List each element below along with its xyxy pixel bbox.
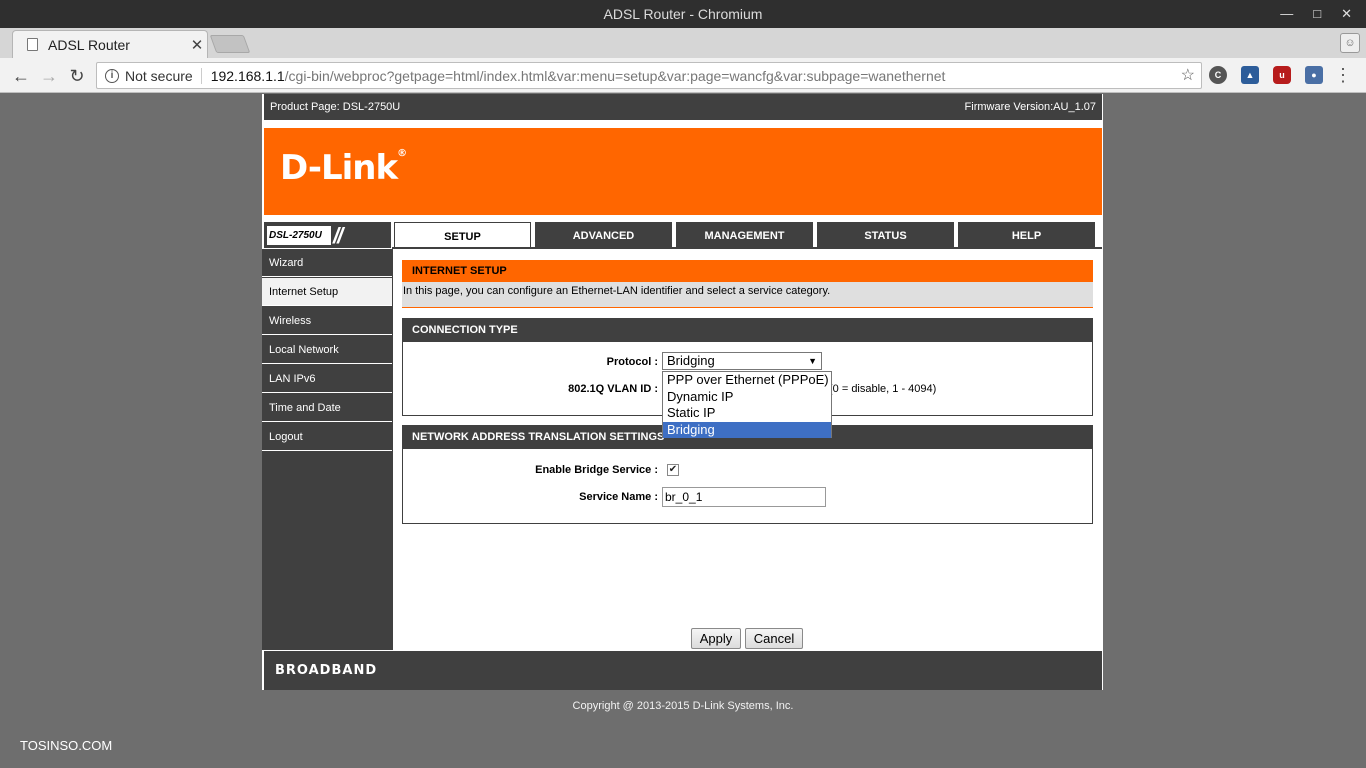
model-tag: DSL-2750U [267,226,331,245]
bridge-service-label: Enable Bridge Service : [535,464,658,476]
back-icon[interactable]: ← [9,64,33,88]
browser-tab[interactable]: ADSL Router ✕ [12,30,208,58]
tab-help[interactable]: HELP [958,222,1095,248]
nat-settings-section: NETWORK ADDRESS TRANSLATION SETTINGS Ena… [402,425,1093,524]
info-icon[interactable]: i [105,68,119,83]
protocol-select[interactable]: Bridging ▼ [662,352,822,370]
page-icon [27,38,38,51]
sidebar-item-logout[interactable]: Logout [262,423,392,451]
reload-icon[interactable]: ↻ [65,64,89,88]
internet-setup-description: In this page, you can configure an Ether… [402,282,1093,308]
sidebar-item-local-network[interactable]: Local Network [262,336,392,364]
internet-setup-title: INTERNET SETUP [402,259,1093,282]
maximize-icon[interactable]: □ [1313,0,1321,28]
apply-button[interactable]: Apply [691,628,741,649]
protocol-label: Protocol : [606,356,658,368]
extension-profile-icon[interactable]: ● [1305,66,1323,84]
window-controls: — □ ✕ [1280,0,1352,28]
copyright-text: Copyright @ 2013-2015 D-Link Systems, In… [572,700,794,712]
protocol-dropdown-list: PPP over Ethernet (PPPoE) Dynamic IP Sta… [662,371,832,438]
service-name-label: Service Name : [579,491,658,503]
window-titlebar: ADSL Router - Chromium — □ ✕ [0,0,1366,28]
url-path: /cgi-bin/webproc?getpage=html/index.html… [284,67,946,84]
forward-icon[interactable]: → [37,64,61,88]
brand-banner: D-Link® [264,128,1102,215]
sidebar-item-wizard[interactable]: Wizard [262,249,392,277]
main-menu: DSL-2750U // SETUP ADVANCED MANAGEMENT S… [264,222,1102,249]
sidebar-item-internet-setup[interactable]: Internet Setup [262,278,392,306]
extension-vpn-icon[interactable]: ▲ [1241,66,1259,84]
new-tab-button[interactable] [209,35,251,53]
address-bar[interactable]: i Not secure 192.168.1.1/cgi-bin/webproc… [96,62,1202,89]
service-name-input[interactable]: br_0_1 [662,487,826,507]
extension-chrome-icon[interactable]: C [1209,66,1227,84]
protocol-option-dynamic-ip[interactable]: Dynamic IP [663,389,831,406]
profile-icon[interactable]: ☺ [1340,33,1360,53]
omnibox-divider [200,67,202,84]
tab-setup[interactable]: SETUP [394,222,531,248]
security-label[interactable]: Not secure [125,68,193,84]
sidebar-item-time-and-date[interactable]: Time and Date [262,394,392,422]
dlink-logo: D-Link® [280,148,407,188]
sidebar-item-wireless[interactable]: Wireless [262,307,392,335]
tab-strip: ADSL Router ✕ [0,28,1366,58]
connection-type-title: CONNECTION TYPE [403,319,1092,342]
browser-menu-icon[interactable]: ⋮ [1334,64,1352,86]
chevron-down-icon: ▼ [808,356,817,366]
protocol-option-bridging[interactable]: Bridging [663,421,831,438]
protocol-option-pppoe[interactable]: PPP over Ethernet (PPPoE) [663,372,831,389]
product-bar: Product Page: DSL-2750U Firmware Version… [264,94,1102,120]
bookmark-star-icon[interactable]: ☆ [1181,65,1195,85]
browser-toolbar: ← → ↻ i Not secure 192.168.1.1/cgi-bin/w… [0,58,1366,93]
tab-status[interactable]: STATUS [817,222,954,248]
tab-management[interactable]: MANAGEMENT [676,222,813,248]
broadband-footer: BROADBAND [264,651,1102,690]
model-slashes-decoration: // [333,223,343,248]
firmware-label: Firmware Version:AU_1.07 [964,101,1096,113]
sidebar-item-lan-ipv6[interactable]: LAN IPv6 [262,365,392,393]
model-badge: DSL-2750U // [264,222,391,248]
extension-ublock-icon[interactable]: u [1273,66,1291,84]
product-page-label: Product Page: DSL-2750U [270,101,401,113]
protocol-selected-value: Bridging [667,353,715,368]
vlan-id-hint: (0 = disable, 1 - 4094) [829,383,937,395]
window-title: ADSL Router - Chromium [603,6,763,22]
tab-title: ADSL Router [48,36,130,53]
minimize-icon[interactable]: — [1280,0,1293,28]
watermark: TOSINSO.COM [20,738,113,753]
tab-advanced[interactable]: ADVANCED [535,222,672,248]
url-host: 192.168.1.1 [210,67,285,84]
vlan-id-label: 802.1Q VLAN ID : [568,383,658,395]
cancel-button[interactable]: Cancel [745,628,803,649]
close-window-icon[interactable]: ✕ [1341,0,1352,28]
protocol-option-static-ip[interactable]: Static IP [663,405,831,422]
bridge-service-checkbox[interactable]: ✔ [667,464,679,476]
sidebar: Wizard Internet Setup Wireless Local Net… [262,249,393,650]
main-content: INTERNET SETUP In this page, you can con… [393,249,1102,650]
tab-close-icon[interactable]: ✕ [187,36,207,54]
